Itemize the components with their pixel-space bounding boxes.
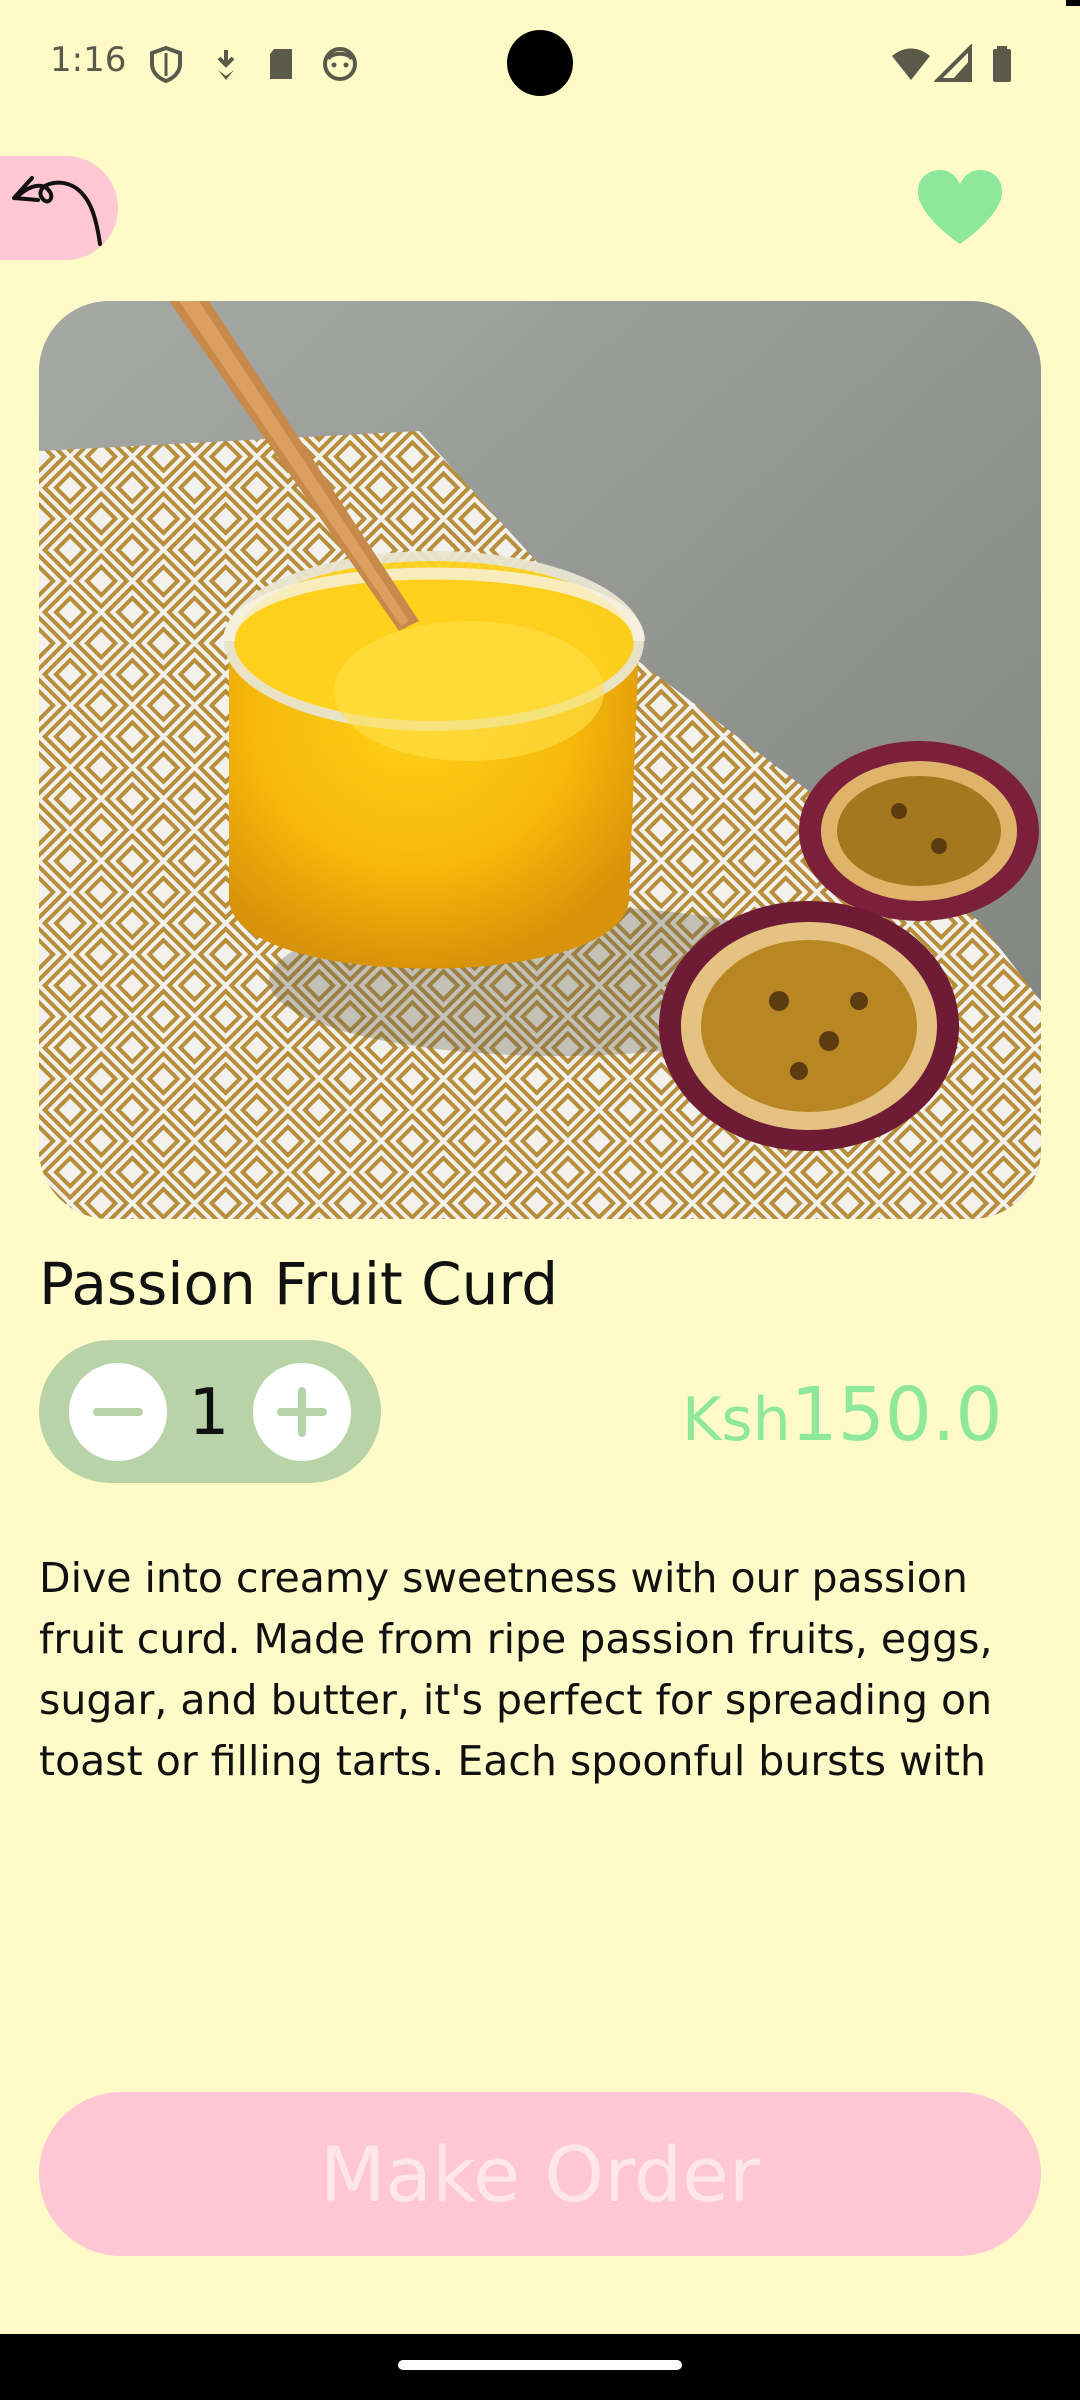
- heart-icon[interactable]: [914, 168, 1006, 248]
- product-image: [39, 301, 1041, 1219]
- battery-icon: [993, 46, 1011, 82]
- status-bar: 1:16: [0, 0, 1080, 128]
- product-title: Passion Fruit Curd: [39, 1250, 559, 1318]
- back-button[interactable]: [0, 156, 118, 260]
- sd-card-icon: [270, 49, 292, 79]
- price: Ksh150.0: [682, 1370, 1003, 1480]
- product-description: Dive into creamy sweetness with our pass…: [39, 1554, 993, 1785]
- wifi-icon: [892, 48, 930, 80]
- shield-icon: [150, 45, 182, 84]
- decrease-quantity-button[interactable]: [69, 1363, 167, 1461]
- quantity-stepper: 1: [39, 1340, 381, 1483]
- status-time: 1:16: [50, 40, 127, 80]
- make-order-button[interactable]: Make Order: [39, 2092, 1041, 2256]
- price-currency: Ksh: [682, 1385, 791, 1455]
- signal-icon: [934, 44, 972, 82]
- price-amount: 150.0: [790, 1372, 1003, 1458]
- camera-cutout: [507, 30, 573, 96]
- face-icon: [323, 47, 357, 81]
- download-icon: [217, 50, 235, 80]
- back-arrow-icon: [12, 176, 102, 246]
- quantity-value: 1: [188, 1376, 230, 1450]
- home-indicator[interactable]: [398, 2360, 682, 2370]
- top-edge-mark: [1066, 0, 1080, 6]
- increase-quantity-button[interactable]: [253, 1363, 351, 1461]
